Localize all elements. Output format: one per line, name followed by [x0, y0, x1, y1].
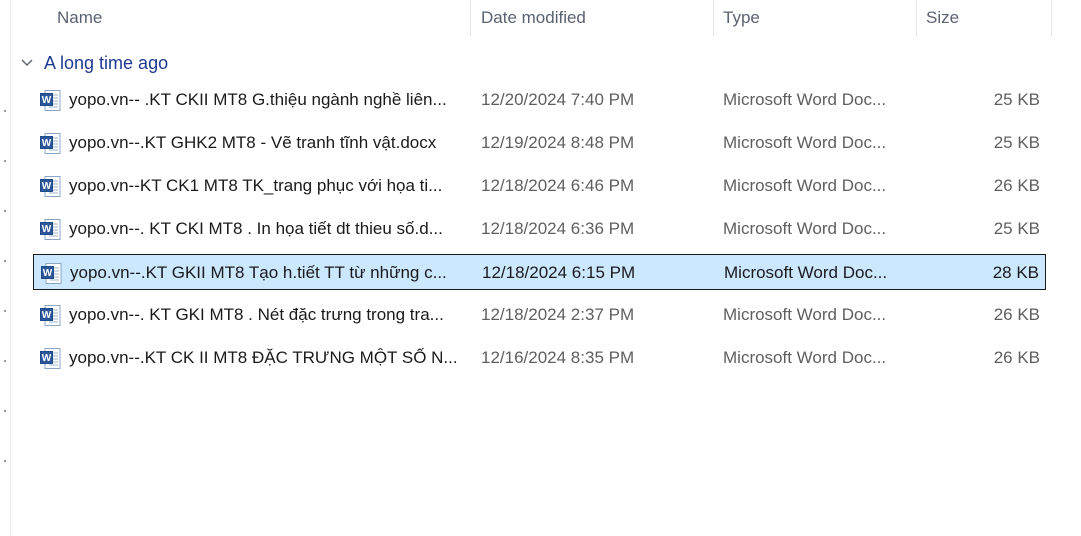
file-size: 25 KB — [993, 90, 1040, 109]
svg-text:W: W — [42, 353, 52, 364]
file-type: Microsoft Word Doc... — [723, 348, 887, 367]
file-size: 28 KB — [992, 263, 1039, 282]
word-document-icon: W — [40, 219, 62, 240]
file-name: yopo.vn--.KT GHK2 MT8 - Vẽ tranh tĩnh vậ… — [69, 133, 437, 152]
group-header-a-long-time-ago[interactable]: A long time ago — [20, 50, 168, 76]
chevron-down-icon[interactable] — [20, 56, 34, 70]
svg-text:W: W — [42, 310, 52, 321]
file-name: yopo.vn--. KT GKI MT8 . Nét đặc trưng tr… — [69, 305, 444, 324]
word-document-icon: W — [40, 348, 62, 369]
file-row[interactable]: Wyopo.vn--.KT CK II MT8 ĐẶC TRƯNG MỘT SỐ… — [33, 340, 1046, 376]
file-row[interactable]: Wyopo.vn-- .KT CKII MT8 G.thiệu ngành ng… — [33, 82, 1046, 118]
word-document-icon: W — [40, 305, 62, 326]
file-row-selected[interactable]: Wyopo.vn--.KT GKII MT8 Tạo h.tiết TT từ … — [33, 254, 1046, 290]
group-label: A long time ago — [44, 52, 169, 73]
column-divider[interactable] — [916, 0, 917, 36]
svg-text:W: W — [42, 181, 52, 192]
scroll-tick — [4, 110, 6, 112]
file-size: 26 KB — [993, 305, 1040, 324]
file-row[interactable]: Wyopo.vn--.KT GHK2 MT8 - Vẽ tranh tĩnh v… — [33, 125, 1046, 161]
file-size: 25 KB — [993, 219, 1040, 238]
file-type: Microsoft Word Doc... — [723, 176, 887, 195]
file-date-modified: 12/18/2024 6:15 PM — [482, 263, 636, 282]
file-type: Microsoft Word Doc... — [723, 90, 887, 109]
column-divider[interactable] — [470, 0, 471, 36]
scroll-tick — [4, 260, 6, 262]
file-date-modified: 12/19/2024 8:48 PM — [481, 133, 635, 152]
file-date-modified: 12/18/2024 6:36 PM — [481, 219, 635, 238]
column-header-size[interactable]: Size — [926, 0, 1046, 36]
file-date-modified: 12/18/2024 6:46 PM — [481, 176, 635, 195]
file-row[interactable]: Wyopo.vn--KT CK1 MT8 TK_trang phục với h… — [33, 168, 1046, 204]
word-document-icon: W — [40, 90, 62, 111]
file-name: yopo.vn--.KT CK II MT8 ĐẶC TRƯNG MỘT SỐ … — [69, 348, 458, 367]
file-row[interactable]: Wyopo.vn--. KT CKI MT8 . In họa tiết dt … — [33, 211, 1046, 247]
file-size: 26 KB — [993, 348, 1040, 367]
column-header-date-modified[interactable]: Date modified — [481, 0, 711, 36]
svg-text:W: W — [42, 224, 52, 235]
file-row[interactable]: Wyopo.vn--. KT GKI MT8 . Nét đặc trưng t… — [33, 297, 1046, 333]
column-header-row: Name ˇ Date modified Type Size — [0, 0, 1081, 36]
scroll-tick — [4, 210, 6, 212]
file-name: yopo.vn--KT CK1 MT8 TK_trang phục với họ… — [69, 176, 443, 195]
column-header-type[interactable]: Type — [723, 0, 913, 36]
scroll-tick — [4, 360, 6, 362]
scroll-tick — [4, 310, 6, 312]
word-document-icon: W — [40, 176, 62, 197]
svg-text:W: W — [42, 138, 52, 149]
column-divider[interactable] — [1051, 0, 1052, 36]
file-type: Microsoft Word Doc... — [724, 263, 888, 282]
file-type: Microsoft Word Doc... — [723, 133, 887, 152]
scroll-tick — [4, 410, 6, 412]
file-type: Microsoft Word Doc... — [723, 305, 887, 324]
file-date-modified: 12/18/2024 2:37 PM — [481, 305, 635, 324]
file-type: Microsoft Word Doc... — [723, 219, 887, 238]
word-document-icon: W — [40, 133, 62, 154]
file-explorer-details-view: Name ˇ Date modified Type Size A long ti… — [0, 0, 1081, 536]
scroll-tick — [4, 160, 6, 162]
svg-text:W: W — [42, 95, 52, 106]
file-size: 25 KB — [993, 133, 1040, 152]
svg-text:W: W — [43, 268, 53, 279]
file-name: yopo.vn-- .KT CKII MT8 G.thiệu ngành ngh… — [69, 90, 447, 109]
word-document-icon: W — [41, 263, 63, 284]
file-name: yopo.vn--.KT GKII MT8 Tạo h.tiết TT từ n… — [70, 263, 447, 282]
scroll-tick — [4, 460, 6, 462]
navigation-pane-edge — [0, 0, 11, 536]
file-date-modified: 12/20/2024 7:40 PM — [481, 90, 635, 109]
column-divider[interactable] — [713, 0, 714, 36]
column-header-name[interactable]: Name — [57, 0, 469, 36]
file-date-modified: 12/16/2024 8:35 PM — [481, 348, 635, 367]
file-size: 26 KB — [993, 176, 1040, 195]
file-name: yopo.vn--. KT CKI MT8 . In họa tiết dt t… — [69, 219, 443, 238]
